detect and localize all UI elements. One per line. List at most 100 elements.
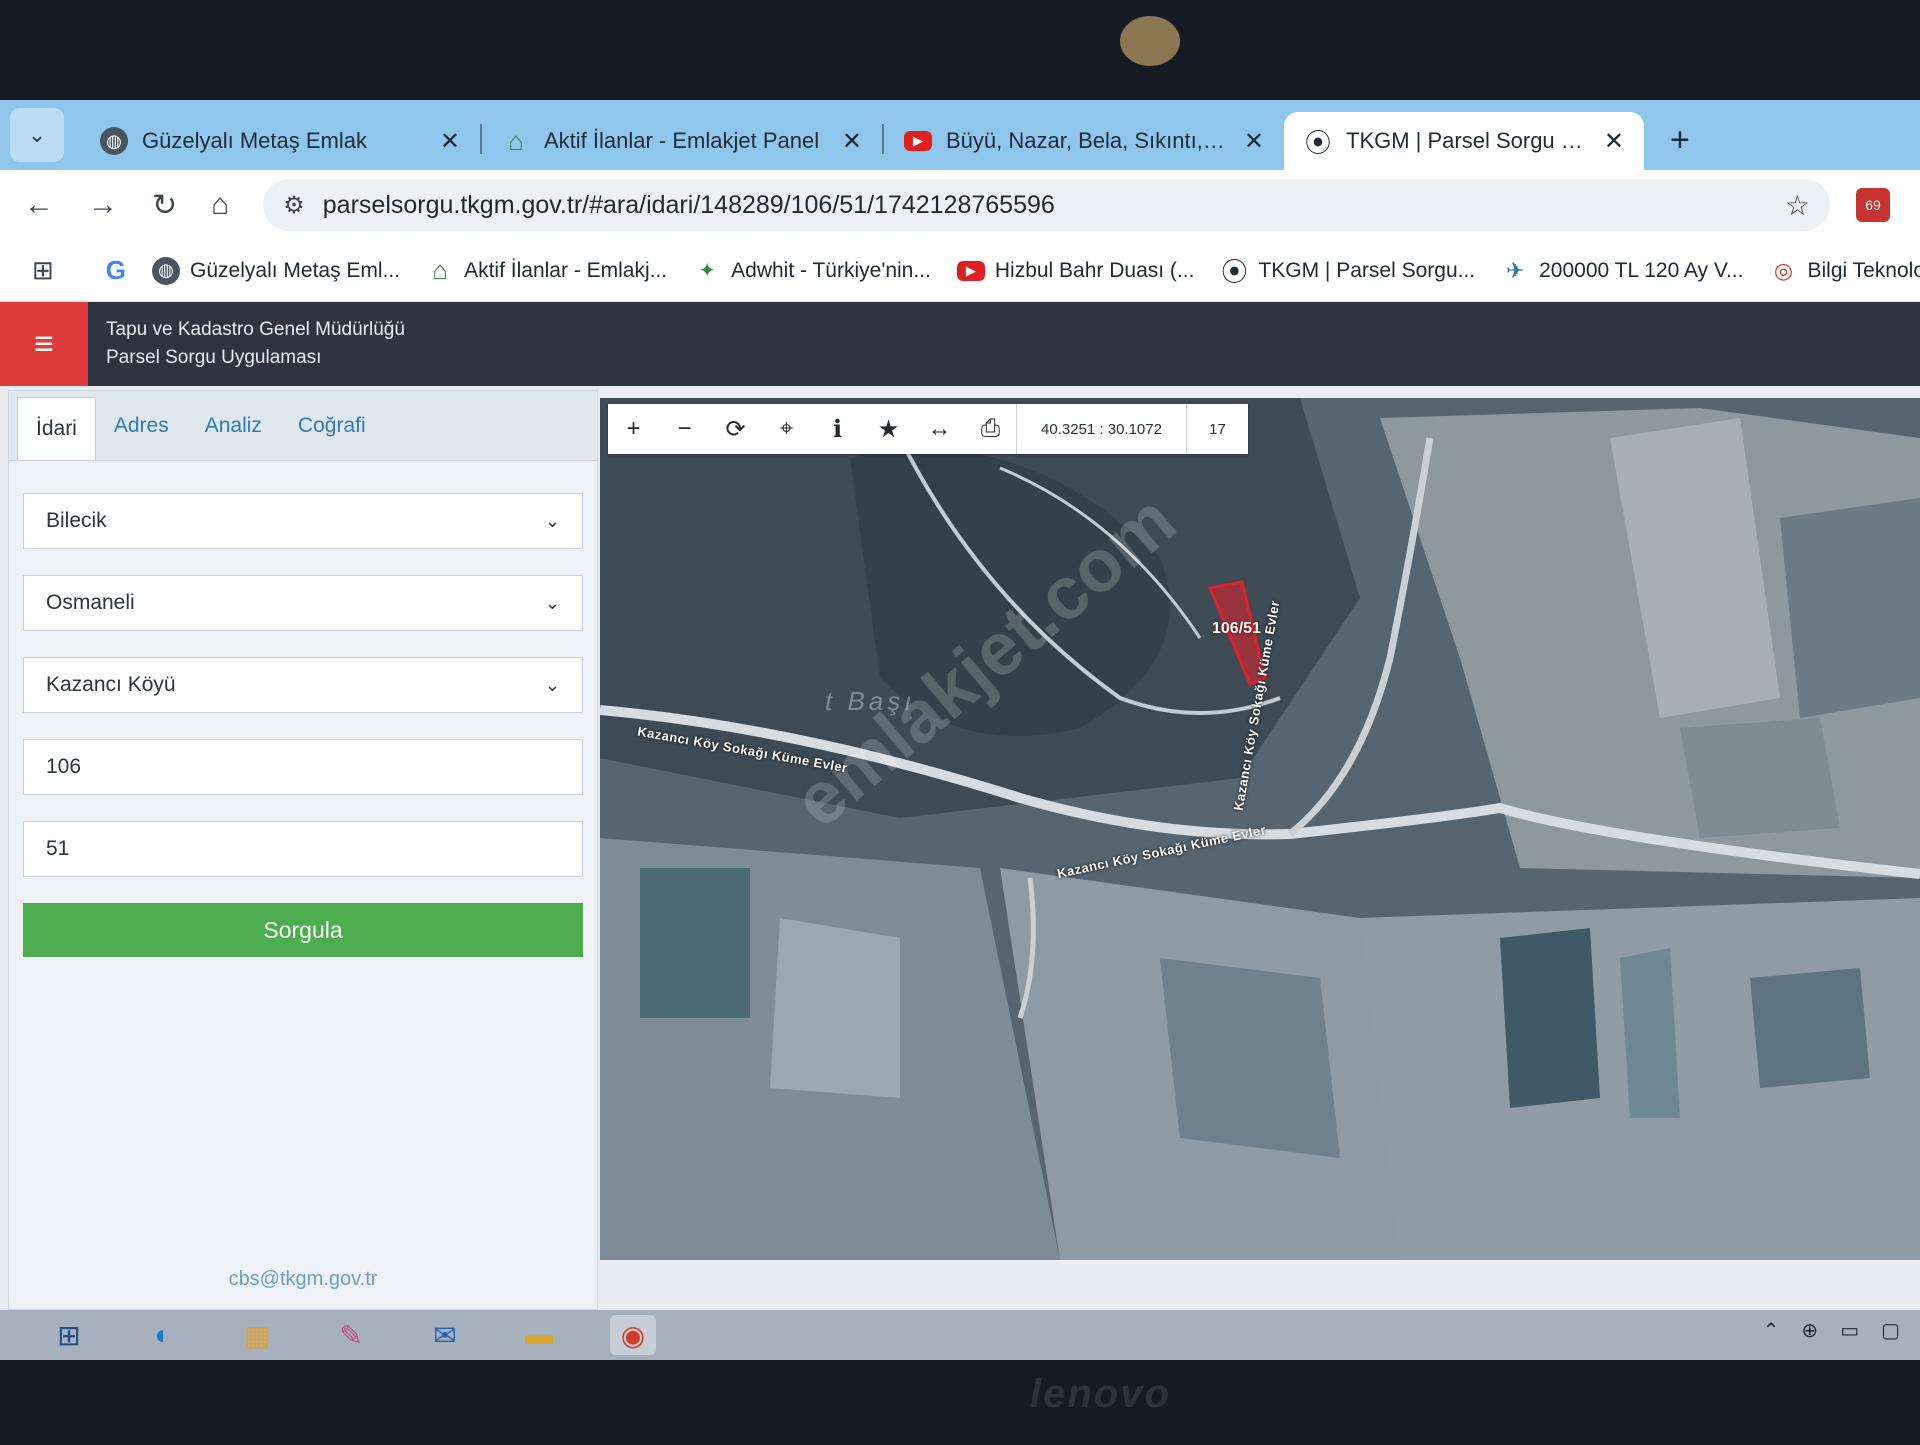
zoom-in-button[interactable]: + [608, 404, 659, 454]
apps-button[interactable]: ⊞ [32, 255, 54, 286]
il-select[interactable]: Bilecik ⌄ [23, 493, 583, 549]
back-icon[interactable]: ← [24, 188, 54, 222]
tab-cografi[interactable]: Coğrafi [280, 391, 384, 460]
network-icon[interactable]: ⊕ [1801, 1318, 1818, 1343]
apps-grid-icon: ⊞ [32, 255, 54, 285]
bookmark-tkgm[interactable]: ⦿ TKGM | Parsel Sorgu... [1220, 257, 1476, 287]
bookmark-label: TKGM | Parsel Sorgu... [1258, 258, 1476, 282]
ilce-select[interactable]: Osmaneli ⌄ [23, 575, 583, 631]
tab-idari[interactable]: İdari [17, 397, 96, 460]
globe-icon: ◍ [100, 127, 128, 155]
refresh-button[interactable]: ⟳ [710, 404, 761, 454]
url-text: parselsorgu.tkgm.gov.tr/#ara/idari/14828… [322, 190, 1055, 219]
windows-start-icon[interactable]: ⊞ [46, 1315, 92, 1355]
bookmark-hizbul-bahr[interactable]: ▶ Hizbul Bahr Duası (... [956, 258, 1195, 283]
app-title: Tapu ve Kadastro Genel Müdürlüğü Parsel … [88, 316, 405, 372]
chevron-down-icon: ⌄ [544, 592, 560, 613]
youtube-icon: ▶ [904, 131, 932, 151]
extension-badge: 69 [1865, 197, 1881, 213]
measure-button[interactable]: ↔ [914, 404, 965, 454]
coordinate-readout: 40.3251 : 30.1072 [1016, 404, 1186, 454]
display-icon[interactable]: ▢ [1881, 1318, 1900, 1343]
locate-button[interactable]: ⌖ [761, 404, 812, 454]
chevron-down-icon: ⌄ [544, 674, 560, 695]
satellite-map[interactable]: emlakjet.com t Başı Kazancı Köy Sokağı K… [600, 398, 1920, 1260]
bookmark-btk[interactable]: ◎ Bilgi Teknolojileri ve... [1769, 257, 1920, 285]
tab-emlakjet[interactable]: ⌂ Aktif İlanlar - Emlakjet Panel ✕ [482, 112, 882, 170]
bookmark-label: Hizbul Bahr Duası (... [994, 258, 1195, 282]
info-icon: ℹ [832, 415, 843, 443]
app-header: ≡ Tapu ve Kadastro Genel Müdürlüğü Parse… [0, 302, 1920, 386]
outlook-icon[interactable]: ✉ [422, 1315, 468, 1355]
tab-adres[interactable]: Adres [96, 391, 187, 460]
btk-icon: ◎ [1773, 257, 1794, 283]
zoom-level: 17 [1186, 404, 1248, 454]
print-button[interactable]: ⎙ [965, 404, 1016, 454]
contact-email-link[interactable]: cbs@tkgm.gov.tr [9, 1268, 597, 1291]
browser-tab-strip: ⌄ ◍ Güzelyalı Metaş Emlak ✕ ⌂ Aktif İlan… [0, 100, 1920, 170]
tab-tkgm[interactable]: ⦿ TKGM | Parsel Sorgu Uygulaması ✕ [1284, 112, 1644, 170]
forward-icon[interactable]: → [88, 188, 118, 222]
address-bar-row: ← → ↻ ⌂ ⚙ parselsorgu.tkgm.gov.tr/#ara/i… [0, 170, 1920, 240]
bookmark-guzelyali[interactable]: ◍ Güzelyalı Metaş Eml... [152, 256, 401, 285]
query-form: Bilecik ⌄ Osmaneli ⌄ Kazancı Köyü ⌄ 106 … [9, 461, 597, 957]
refresh-icon: ⟳ [725, 415, 746, 443]
minus-icon: − [677, 415, 692, 442]
parsel-input[interactable]: 51 [23, 821, 583, 877]
google-icon: G [105, 255, 127, 285]
edge-icon[interactable]: ◐ [140, 1315, 186, 1355]
paint-icon[interactable]: ✎ [328, 1315, 374, 1355]
hamburger-menu-button[interactable]: ≡ [0, 302, 88, 386]
query-tabs: İdari Adres Analiz Coğrafi [9, 391, 597, 461]
close-icon[interactable]: ✕ [842, 127, 862, 156]
device-brand-logo: lenovo [1030, 1372, 1171, 1416]
chrome-icon[interactable]: ◉ [610, 1315, 656, 1355]
bookmark-label: Aktif İlanlar - Emlakj... [464, 258, 668, 282]
google-bookmark[interactable]: G [106, 255, 126, 286]
parcel-label[interactable]: 106/51 [1212, 620, 1261, 638]
tab-youtube[interactable]: ▶ Büyü, Nazar, Bela, Sıkıntı, Kıskan ✕ [884, 112, 1284, 170]
il-value: Bilecik [46, 509, 107, 532]
tab-guzelyali[interactable]: ◍ Güzelyalı Metaş Emlak ✕ [80, 112, 480, 170]
reload-icon[interactable]: ↻ [152, 188, 177, 223]
globe-icon: ◍ [152, 256, 181, 285]
ada-input[interactable]: 106 [23, 739, 583, 795]
store-icon[interactable]: ▦ [234, 1315, 280, 1355]
map-toolbar: + − ⟳ ⌖ ℹ ★ ↔ ⎙ 40.3251 : 30.1072 17 [608, 404, 1248, 454]
bookmark-label: Güzelyalı Metaş Eml... [190, 258, 401, 282]
bookmark-label: 200000 TL 120 Ay V... [1539, 258, 1744, 282]
favorite-button[interactable]: ★ [863, 404, 914, 454]
star-icon: ★ [877, 415, 900, 443]
extension-icon[interactable]: 69 [1856, 188, 1890, 222]
windows-taskbar: ⊞ ◐ ▦ ✎ ✉ ▬ ◉ ⌃ ⊕ ▭ ▢ [0, 1310, 1920, 1360]
info-button[interactable]: ℹ [812, 404, 863, 454]
mahalle-value: Kazancı Köyü [46, 673, 176, 696]
close-icon[interactable]: ✕ [1244, 127, 1264, 156]
measure-icon: ↔ [927, 415, 952, 442]
bookmark-loan[interactable]: ✈ 200000 TL 120 Ay V... [1501, 257, 1744, 285]
webcam [1120, 16, 1180, 66]
app-title-line2: Parsel Sorgu Uygulaması [106, 347, 322, 368]
house-icon: ⌂ [508, 125, 524, 156]
site-settings-icon[interactable]: ⚙ [283, 191, 305, 220]
bookmark-adwhit[interactable]: ✦ Adwhit - Türkiye'nin... [693, 257, 931, 285]
close-icon[interactable]: ✕ [440, 127, 460, 156]
sorgula-button[interactable]: Sorgula [23, 903, 583, 957]
home-icon[interactable]: ⌂ [211, 188, 229, 222]
chevron-down-icon: ⌄ [544, 510, 560, 531]
chevron-up-icon[interactable]: ⌃ [1763, 1318, 1780, 1343]
battery-icon[interactable]: ▭ [1840, 1318, 1859, 1343]
url-input[interactable]: ⚙ parselsorgu.tkgm.gov.tr/#ara/idari/148… [263, 179, 1830, 231]
bookmark-label: Bilgi Teknolojileri ve... [1807, 258, 1920, 282]
file-explorer-icon[interactable]: ▬ [516, 1315, 562, 1355]
zoom-out-button[interactable]: − [659, 404, 710, 454]
youtube-icon: ▶ [956, 260, 985, 281]
star-icon[interactable]: ☆ [1785, 189, 1810, 222]
bookmark-emlakjet[interactable]: ⌂ Aktif İlanlar - Emlakj... [426, 255, 668, 285]
mahalle-select[interactable]: Kazancı Köyü ⌄ [23, 657, 583, 713]
laptop-screen: ⌄ ◍ Güzelyalı Metaş Emlak ✕ ⌂ Aktif İlan… [0, 100, 1920, 1360]
new-tab-button[interactable]: + [1670, 121, 1690, 160]
tab-analiz[interactable]: Analiz [187, 391, 280, 460]
tab-search-button[interactable]: ⌄ [10, 108, 64, 162]
close-icon[interactable]: ✕ [1604, 127, 1624, 156]
